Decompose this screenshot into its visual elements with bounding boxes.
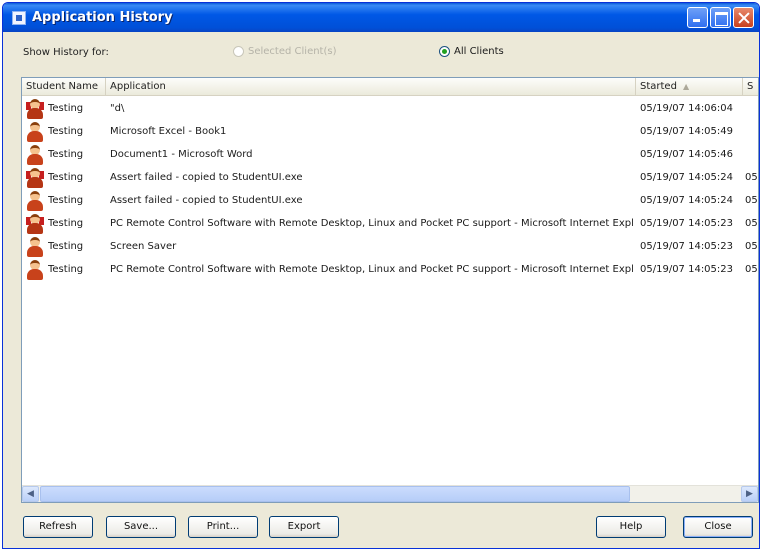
print-button[interactable]: Print... xyxy=(188,516,258,538)
all-clients-radio[interactable]: All Clients xyxy=(439,46,504,57)
student-avatar-icon xyxy=(26,214,44,234)
table-row[interactable]: Testing Document1 - Microsoft Word 05/19/0… xyxy=(22,143,758,166)
column-label: Student Name xyxy=(26,81,99,92)
extra-cell: 05 xyxy=(745,218,758,229)
student-avatar-icon xyxy=(26,260,44,280)
save-button[interactable]: Save... xyxy=(106,516,176,538)
application-cell: Document1 - Microsoft Word xyxy=(110,149,253,160)
student-name-cell: Testing xyxy=(48,172,84,183)
refresh-button[interactable]: Refresh xyxy=(23,516,93,538)
history-filter: Show History for: Selected Client(s) All… xyxy=(3,45,759,63)
application-cell: Screen Saver xyxy=(110,241,177,252)
student-name-cell: Testing xyxy=(48,103,84,114)
extra-cell xyxy=(745,97,758,120)
scrollbar-thumb[interactable] xyxy=(40,486,630,502)
application-cell: Assert failed - copied to StudentUI.exe xyxy=(110,172,303,183)
table-row[interactable]: Testing PC Remote Control Software with R… xyxy=(22,212,758,235)
application-cell: Assert failed - copied to StudentUI.exe xyxy=(110,195,303,206)
table-header: Student Name Application Started ▲ S xyxy=(22,78,758,96)
table-row[interactable]: Testing Screen Saver 05/19/07 14:05:23 05 xyxy=(22,235,758,258)
student-avatar-icon xyxy=(26,145,44,165)
student-avatar-icon xyxy=(26,122,44,142)
minimize-icon[interactable] xyxy=(687,7,708,28)
history-table: Student Name Application Started ▲ S Test… xyxy=(21,77,759,503)
started-cell: 05/19/07 14:06:04 xyxy=(640,103,734,114)
export-button[interactable]: Export xyxy=(269,516,339,538)
selected-clients-label: Selected Client(s) xyxy=(248,46,337,57)
window-title: Application History xyxy=(32,10,173,25)
column-header-application[interactable]: Application xyxy=(106,78,636,96)
student-avatar-icon xyxy=(26,237,44,257)
scroll-left-icon[interactable]: ◀ xyxy=(22,486,39,502)
table-row[interactable]: Testing Assert failed - copied to Student… xyxy=(22,166,758,189)
title-bar[interactable]: Application History xyxy=(3,3,759,32)
student-name-cell: Testing xyxy=(48,126,84,137)
column-label: Application xyxy=(110,81,166,92)
table-row[interactable]: Testing "d\ 05/19/07 14:06:04 xyxy=(22,97,758,120)
started-cell: 05/19/07 14:05:24 xyxy=(640,195,734,206)
close-button[interactable]: Close xyxy=(683,516,753,538)
table-row[interactable]: Testing PC Remote Control Software with R… xyxy=(22,258,758,281)
extra-cell: 05 xyxy=(745,241,758,252)
column-label: Started xyxy=(640,81,677,92)
student-name-cell: Testing xyxy=(48,149,84,160)
all-clients-label: All Clients xyxy=(454,46,504,57)
close-icon[interactable] xyxy=(733,7,754,28)
started-cell: 05/19/07 14:05:49 xyxy=(640,126,734,137)
started-cell: 05/19/07 14:05:46 xyxy=(640,149,734,160)
extra-cell: 05 xyxy=(745,172,758,183)
started-cell: 05/19/07 14:05:23 xyxy=(640,264,734,275)
student-name-cell: Testing xyxy=(48,264,84,275)
help-button[interactable]: Help xyxy=(596,516,666,538)
column-header-extra[interactable]: S xyxy=(743,78,758,96)
student-name-cell: Testing xyxy=(48,218,84,229)
app-icon xyxy=(12,10,26,25)
started-cell: 05/19/07 14:05:23 xyxy=(640,218,734,229)
started-cell: 05/19/07 14:05:23 xyxy=(640,241,734,252)
table-row[interactable]: Testing Microsoft Excel - Book1 05/19/07 1… xyxy=(22,120,758,143)
column-header-started[interactable]: Started ▲ xyxy=(636,78,743,96)
sort-ascending-icon: ▲ xyxy=(682,82,690,91)
application-cell: PC Remote Control Software with Remote D… xyxy=(110,264,634,275)
extra-cell xyxy=(745,143,758,166)
column-label: S xyxy=(747,81,754,92)
selected-clients-radio: Selected Client(s) xyxy=(233,46,337,57)
extra-cell xyxy=(745,120,758,143)
maximize-icon[interactable] xyxy=(710,7,731,28)
student-avatar-icon xyxy=(26,168,44,188)
radio-checked-icon xyxy=(439,46,450,57)
table-row[interactable]: Testing Assert failed - copied to Student… xyxy=(22,189,758,212)
column-header-student-name[interactable]: Student Name xyxy=(22,78,106,96)
application-cell: "d\ xyxy=(110,103,125,114)
extra-cell: 05 xyxy=(745,264,758,275)
window-controls xyxy=(687,7,754,28)
application-cell: PC Remote Control Software with Remote D… xyxy=(110,218,634,229)
started-cell: 05/19/07 14:05:24 xyxy=(640,172,734,183)
student-avatar-icon xyxy=(26,191,44,211)
horizontal-scrollbar[interactable]: ◀ ▶ xyxy=(22,485,758,502)
radio-unchecked-icon xyxy=(233,46,244,57)
scroll-right-icon[interactable]: ▶ xyxy=(741,486,758,502)
student-avatar-icon xyxy=(26,99,44,119)
application-cell: Microsoft Excel - Book1 xyxy=(110,126,227,137)
show-history-label: Show History for: xyxy=(23,47,109,58)
student-name-cell: Testing xyxy=(48,195,84,206)
extra-cell: 05 xyxy=(745,195,758,206)
student-name-cell: Testing xyxy=(48,241,84,252)
application-history-window: Application History Show History for: Se… xyxy=(2,2,760,549)
